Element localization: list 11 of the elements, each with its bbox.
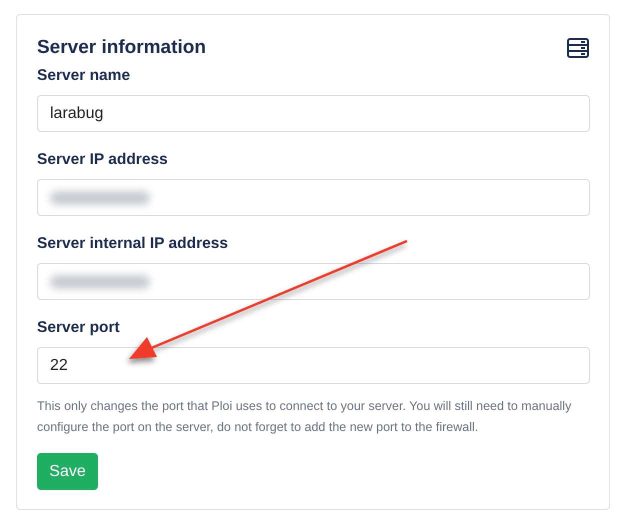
card-title: Server information — [37, 37, 206, 59]
help-text: This only changes the port that Ploi uses to connect to your server. You will still need to manually configure the port on the server, do not forget to add the new port to the firewall. — [37, 398, 572, 436]
input-field[interactable]: 22 — [37, 347, 590, 384]
field-label: Server name — [37, 67, 132, 85]
input-field[interactable] — [37, 179, 590, 216]
server-icon — [567, 38, 589, 58]
field-label: Server internal IP address — [37, 235, 229, 253]
field-label: Server IP address — [37, 151, 169, 169]
input-field[interactable] — [37, 263, 590, 300]
field-label: Server port — [37, 319, 121, 337]
input-field[interactable]: larabug — [37, 95, 590, 132]
